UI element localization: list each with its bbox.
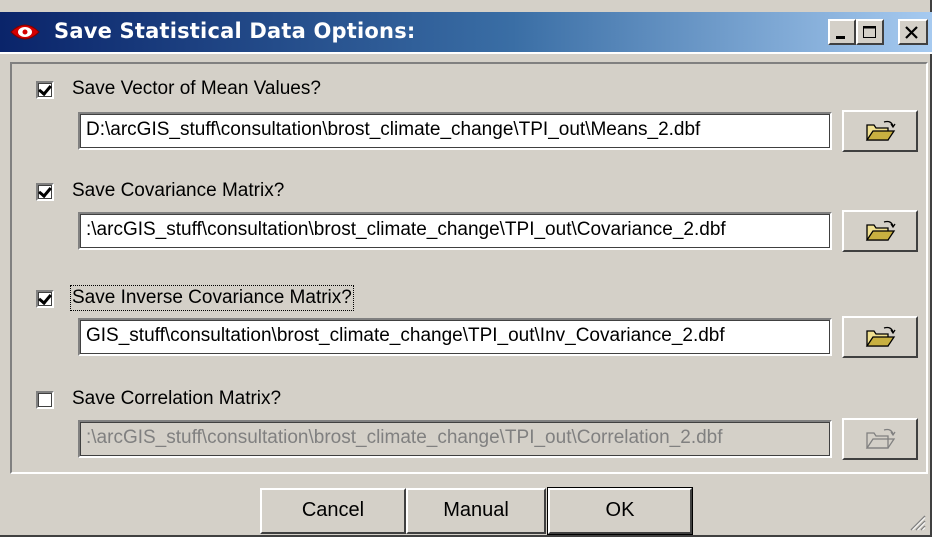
open-folder-icon <box>865 428 896 449</box>
inverse-covariance-checkbox[interactable] <box>36 290 54 308</box>
correlation-label[interactable]: Save Correlation Matrix? <box>72 388 281 410</box>
frame-edge <box>0 52 932 54</box>
close-icon <box>905 26 918 39</box>
covariance-label[interactable]: Save Covariance Matrix? <box>72 180 284 202</box>
covariance-browse-button[interactable] <box>842 210 918 252</box>
means-label[interactable]: Save Vector of Mean Values? <box>72 78 321 100</box>
means-path-field[interactable]: D:\arcGIS_stuff\consultation\brost_clima… <box>78 112 832 150</box>
manual-button[interactable]: Manual <box>406 488 546 534</box>
maximize-icon <box>863 26 876 38</box>
means-checkbox[interactable] <box>36 81 54 99</box>
ok-button[interactable]: OK <box>547 487 693 535</box>
inverse-covariance-path-field[interactable]: GIS_stuff\consultation\brost_climate_cha… <box>78 318 832 356</box>
title-bar[interactable]: Save Statistical Data Options: <box>0 12 932 52</box>
means-browse-button[interactable] <box>842 110 918 152</box>
covariance-path-field[interactable]: :\arcGIS_stuff\consultation\brost_climat… <box>78 212 832 250</box>
close-button[interactable] <box>898 19 928 45</box>
minimize-button[interactable] <box>828 19 856 45</box>
minimize-icon <box>836 36 845 39</box>
correlation-checkbox[interactable] <box>36 391 54 409</box>
open-folder-icon <box>865 326 896 347</box>
open-folder-icon <box>865 220 896 241</box>
resize-grip-icon[interactable] <box>908 513 926 531</box>
dialog-window: Save Statistical Data Options: Save Vect… <box>0 0 932 537</box>
red-eye-icon <box>10 24 40 40</box>
open-folder-icon <box>865 120 896 141</box>
correlation-path-field: :\arcGIS_stuff\consultation\brost_climat… <box>78 420 832 458</box>
covariance-checkbox[interactable] <box>36 183 54 201</box>
cancel-button[interactable]: Cancel <box>260 488 406 534</box>
window-title: Save Statistical Data Options: <box>54 19 416 43</box>
correlation-browse-button <box>842 418 918 460</box>
inverse-covariance-label[interactable]: Save Inverse Covariance Matrix? <box>70 285 354 311</box>
inverse-covariance-browse-button[interactable] <box>842 316 918 358</box>
maximize-button[interactable] <box>856 19 884 45</box>
